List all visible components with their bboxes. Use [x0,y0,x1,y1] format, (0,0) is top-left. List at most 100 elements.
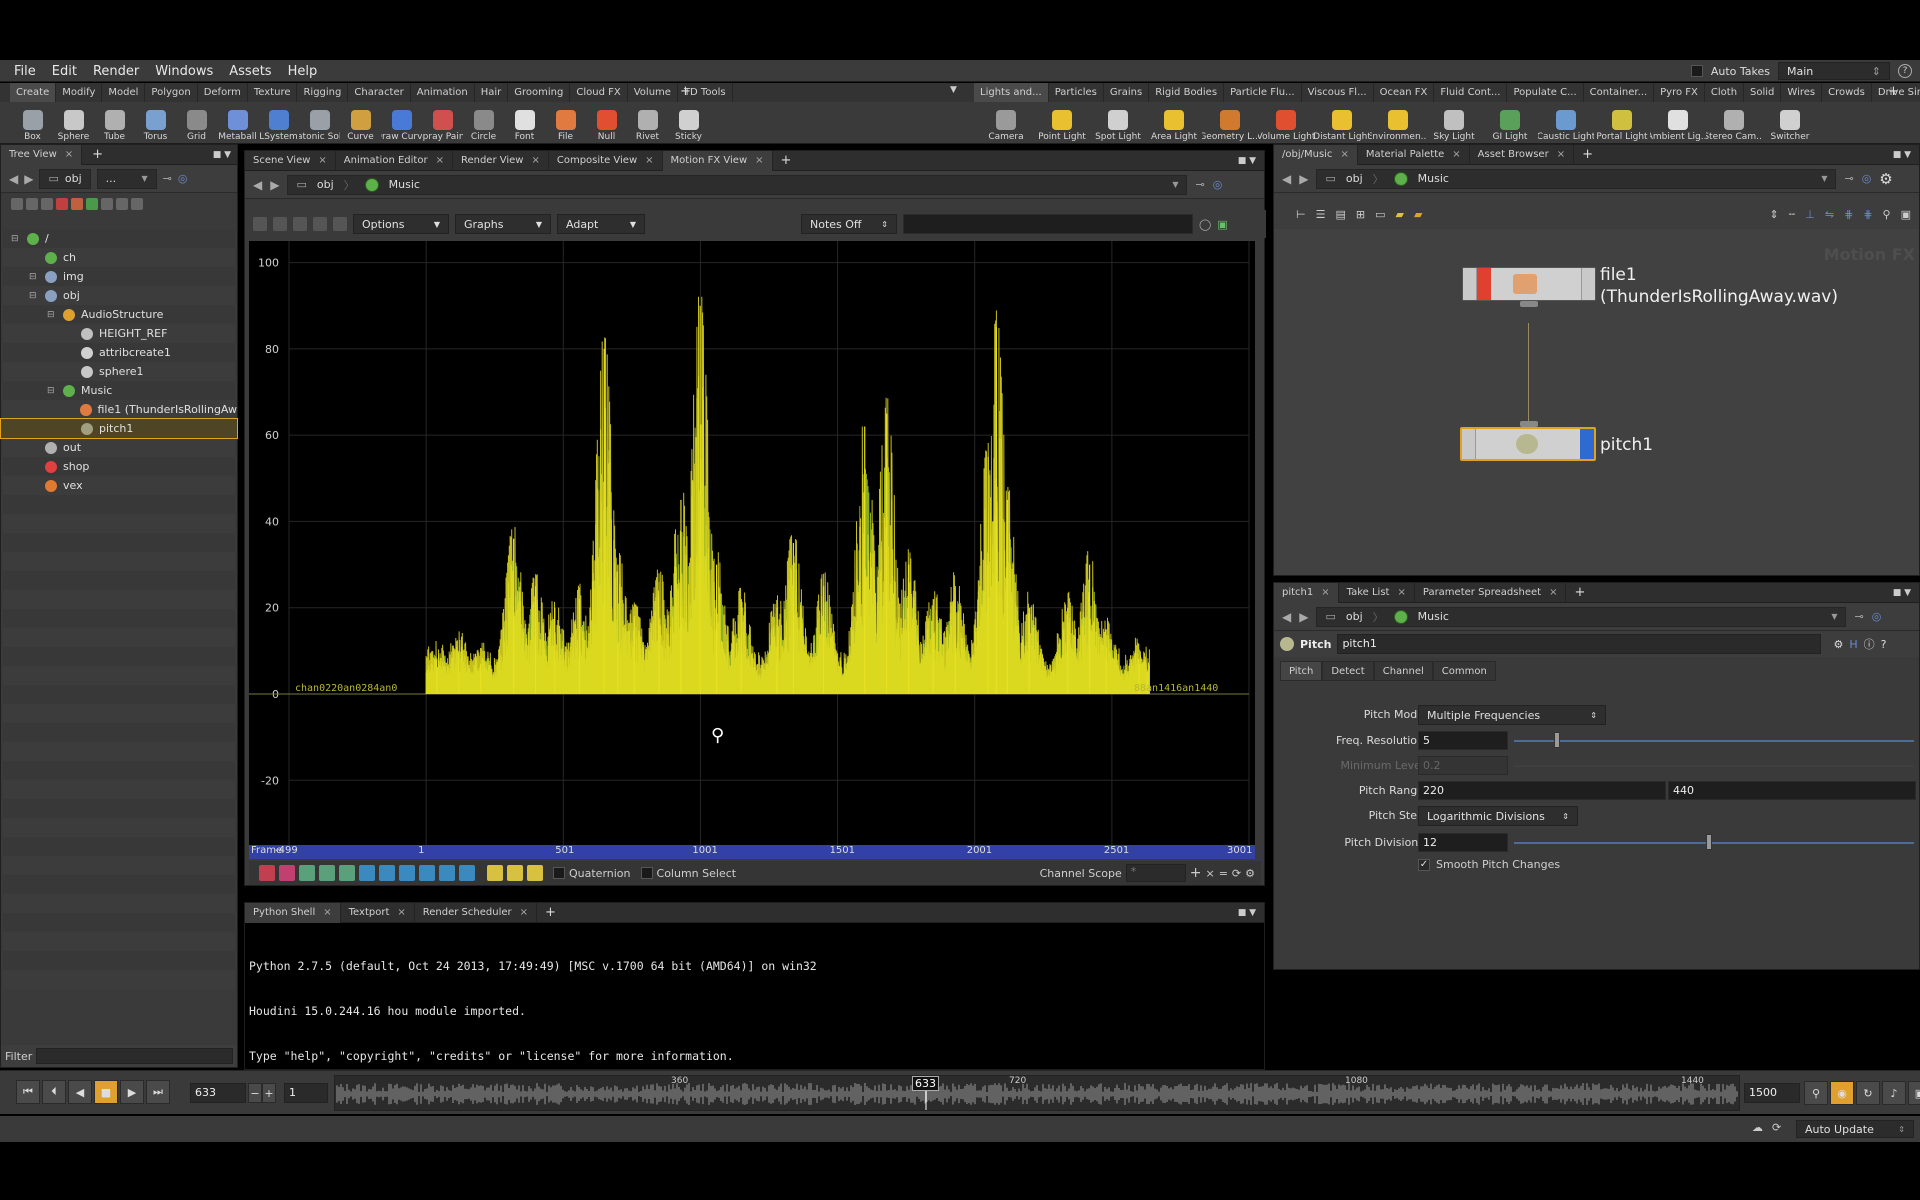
tab-network-2[interactable]: Asset Browser × [1470,144,1575,165]
node-bypass-flag[interactable] [1462,429,1476,459]
subtab-pitch[interactable]: Pitch [1280,661,1323,681]
remove-icon[interactable]: × [1205,867,1214,880]
key-tool-icon[interactable] [507,865,523,881]
segment-tool-icon[interactable] [319,865,335,881]
curve-tool-icon[interactable] [439,865,455,881]
frame-tool-icon[interactable] [313,217,327,231]
gear-icon[interactable]: ⚙ [1833,638,1843,651]
audio-icon[interactable]: ♪ [1882,1081,1906,1105]
notes-input[interactable] [903,214,1193,234]
box-icon[interactable]: ▰ [1414,208,1422,221]
back-arrow-icon[interactable]: ◀ [1282,172,1291,186]
tree-row[interactable]: ⊟ AudioStructure [1,305,237,324]
pitch-range-max-field[interactable]: 440 [1668,781,1916,800]
shelf-tab-left-12[interactable]: Volume [628,83,678,102]
forward-arrow-icon[interactable]: ▶ [270,178,279,192]
tree-row[interactable]: attribcreate1 [1,343,237,362]
path-sub[interactable]: ... ▼ [96,168,157,189]
filter-input[interactable] [36,1048,233,1064]
desktop-select[interactable]: Main ⇕ [1778,62,1890,80]
subtab-detect[interactable]: Detect [1322,661,1374,681]
freq-resolution-slider[interactable] [1554,732,1560,748]
close-icon[interactable]: × [397,903,405,923]
tree-row[interactable]: ch [1,248,237,267]
close-icon[interactable]: × [531,151,539,171]
link-icon[interactable]: ◎ [178,172,188,185]
tool-tools_left-8[interactable]: Curve [340,102,381,144]
subtab-channel[interactable]: Channel [1373,661,1433,681]
frame-plus-button[interactable]: + [262,1083,276,1103]
expand-icon[interactable]: ⊟ [47,310,57,320]
add-icon[interactable]: + [1190,865,1202,881]
shelf-tab-right-7[interactable]: Fluid Cont... [1434,83,1508,102]
path-music[interactable]: Music [1418,172,1449,185]
tool-tools_left-2[interactable]: Tube [94,102,135,144]
tool-tools_left-10[interactable]: Spray Paint [422,102,463,144]
sticky-note-icon[interactable]: ▰ [1396,208,1404,221]
network-view-icon[interactable]: ▤ [1335,208,1345,221]
node-display-flag[interactable] [1580,429,1594,459]
channel-scope-input[interactable]: * [1125,864,1186,882]
close-icon[interactable]: × [1397,583,1405,603]
tree-row[interactable]: shop [1,457,237,476]
path-obj[interactable]: obj [1346,172,1363,185]
close-icon[interactable]: × [1549,583,1557,603]
close-icon[interactable]: × [1340,145,1348,165]
forward-arrow-icon[interactable]: ▶ [1299,610,1308,624]
expand-icon[interactable]: ⊟ [29,291,39,301]
quaternion-checkbox[interactable] [553,867,565,879]
zoom-icon[interactable]: ⚲ [1883,208,1891,221]
shelf-tab-right-12[interactable]: Solid [1744,83,1782,102]
refresh-icon[interactable]: ◯ [1199,218,1211,231]
scale-tool-icon[interactable] [293,217,307,231]
tree-row[interactable]: ⊟ / [1,229,237,248]
tab-pyshell-0[interactable]: Python Shell × [245,902,341,923]
shelf-tab-right-2[interactable]: Grains [1104,83,1150,102]
tool-tools_right-5[interactable]: Volume Light [1258,102,1314,144]
column-select-checkbox[interactable] [640,867,653,879]
menu-windows[interactable]: Windows [155,64,213,79]
shelf-tab-left-4[interactable]: Deform [198,83,248,102]
node-file1[interactable] [1462,267,1596,301]
gear-icon[interactable]: ⚙ [1879,170,1892,188]
snap-icon[interactable]: ⊥ [1805,208,1815,221]
op-name-field[interactable]: pitch1 [1337,634,1822,654]
tree-row[interactable]: vex [1,476,237,495]
tool-tools_left-16[interactable]: Sticky [668,102,709,144]
add-shelf-icon[interactable]: + [680,84,691,99]
panel-menu-icon[interactable]: ■ ▼ [1893,150,1911,160]
tool-tools_left-9[interactable]: Draw Curve [381,102,422,144]
tool-tools_right-6[interactable]: Distant Light [1314,102,1370,144]
tree-row[interactable]: file1 (ThunderIsRollingAw [1,400,237,419]
pitch-mode-select[interactable]: Multiple Frequencies ⇕ [1418,705,1606,725]
shelf-tab-right-5[interactable]: Viscous Fl... [1302,83,1374,102]
notes-dropdown[interactable]: Notes Off ⇕ [801,214,897,234]
home-icon[interactable] [333,217,347,231]
tree-row[interactable]: ⊟ obj [1,286,237,305]
back-arrow-icon[interactable]: ◀ [253,178,262,192]
expand-icon[interactable]: ⊟ [11,234,21,244]
frame-all-icon[interactable]: ▣ [1901,208,1911,221]
help-script-icon[interactable]: H [1849,638,1857,651]
shelf-tab-left-1[interactable]: Modify [56,83,103,102]
tool-tools_right-13[interactable]: Stereo Cam... [1706,102,1762,144]
tool-tools_right-2[interactable]: Spot Light [1090,102,1146,144]
jump-start-button[interactable]: ⏮ [16,1080,40,1104]
info-icon[interactable]: ⓘ [1864,636,1875,652]
shelf-menu-icon[interactable]: ▼ [950,85,957,95]
tool-tools_right-8[interactable]: Sky Light [1426,102,1482,144]
tool-tools_right-11[interactable]: Portal Light [1594,102,1650,144]
param-path[interactable]: ▭ obj 〉 Music ▼ [1316,606,1847,627]
network-path[interactable]: ▭ obj 〉 Music ▼ [1316,168,1837,189]
graphs-dropdown[interactable]: Graphs ▼ [455,214,551,234]
tool-tools_left-3[interactable]: Torus [135,102,176,144]
curve-tool-icon[interactable] [399,865,415,881]
shelf-tab-right-10[interactable]: Pyro FX [1654,83,1705,102]
grid-icon[interactable]: ⋕ [1844,208,1853,221]
realtime-toggle[interactable]: ◉ [1830,1081,1854,1105]
add-tab-icon[interactable]: + [781,153,792,168]
tab-tree-view[interactable]: Tree View × [1,144,83,165]
pitch-range-min-field[interactable]: 220 [1418,781,1666,800]
tree-filter-icon[interactable] [101,198,113,210]
grid-icon[interactable]: ⋕ [1863,208,1872,221]
